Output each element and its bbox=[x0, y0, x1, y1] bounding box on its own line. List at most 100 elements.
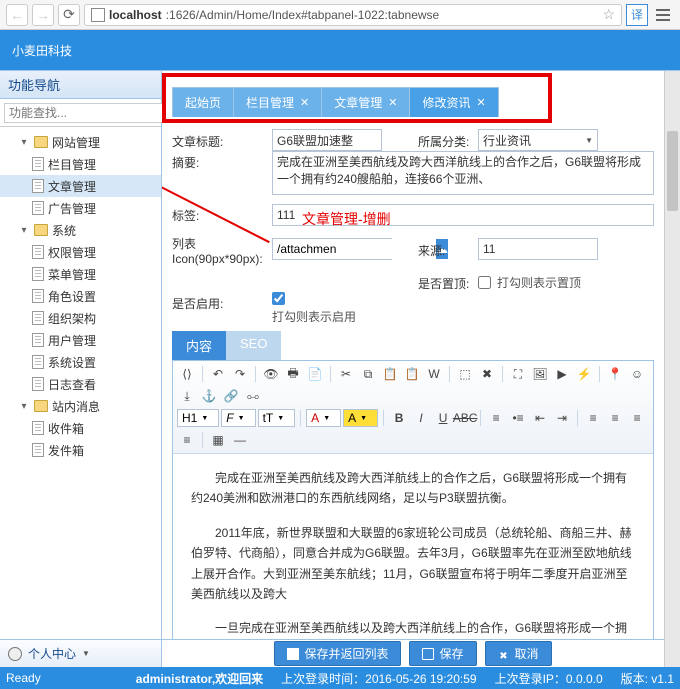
detail-tabs: 内容 SEO bbox=[172, 331, 654, 360]
close-icon[interactable]: ✕ bbox=[388, 96, 397, 109]
paragraph: 完成在亚洲至美西航线及跨大西洋航线上的合作之后，G6联盟将形成一个拥有约240美… bbox=[191, 468, 635, 509]
tree-item[interactable]: 文章管理 bbox=[0, 175, 161, 197]
content: 起始页栏目管理✕文章管理✕修改资讯✕ 文章管理-增删 文章标题: 所属分类: 行… bbox=[162, 71, 664, 667]
category-select[interactable]: 行业资讯▼ bbox=[478, 129, 598, 151]
annotation-text: 文章管理-增删 bbox=[302, 209, 391, 229]
ol-icon[interactable]: ≡ bbox=[486, 408, 506, 428]
top-checkbox[interactable] bbox=[478, 276, 491, 289]
map-icon[interactable]: 📍 bbox=[605, 364, 625, 384]
tree-folder[interactable]: ▾ 系统 bbox=[0, 219, 161, 241]
tree-item[interactable]: 组织架构 bbox=[0, 307, 161, 329]
tab-seo[interactable]: SEO bbox=[226, 331, 281, 360]
tab[interactable]: 起始页 bbox=[172, 87, 234, 117]
title-input[interactable] bbox=[272, 129, 382, 151]
tree-item[interactable]: 发件箱 bbox=[0, 439, 161, 461]
emoji-icon[interactable]: ☺ bbox=[627, 364, 647, 384]
bookmark-icon[interactable]: ☆ bbox=[602, 6, 615, 23]
tree-item[interactable]: 角色设置 bbox=[0, 285, 161, 307]
strike-icon[interactable]: ABC bbox=[455, 408, 475, 428]
tree-folder[interactable]: ▾网站管理 bbox=[0, 131, 161, 153]
tree-item[interactable]: 菜单管理 bbox=[0, 263, 161, 285]
translate-button[interactable]: 译 bbox=[626, 4, 648, 26]
reload-button[interactable]: ⟳ bbox=[58, 4, 80, 26]
url-bar[interactable]: localhost:1626/Admin/Home/Index#tabpanel… bbox=[84, 4, 622, 26]
collapse-icon[interactable]: ▾ bbox=[18, 400, 30, 412]
close-icon[interactable]: ✕ bbox=[477, 96, 486, 109]
tree-item[interactable]: 权限管理 bbox=[0, 241, 161, 263]
outdent-icon[interactable]: ⇤ bbox=[530, 408, 550, 428]
tree-item[interactable]: 系统设置 bbox=[0, 351, 161, 373]
file-icon bbox=[32, 421, 44, 435]
alignleft-icon[interactable]: ≡ bbox=[583, 408, 603, 428]
indent-icon[interactable]: ⇥ bbox=[552, 408, 572, 428]
tree-item[interactable]: 广告管理 bbox=[0, 197, 161, 219]
heading-select[interactable]: H1▼ bbox=[177, 409, 219, 427]
browser-menu-icon[interactable] bbox=[652, 9, 674, 21]
redo-icon[interactable]: ↷ bbox=[230, 364, 250, 384]
media-icon[interactable]: ▶ bbox=[552, 364, 572, 384]
tab-content[interactable]: 内容 bbox=[172, 331, 226, 360]
print-icon[interactable]: 🖶 bbox=[283, 364, 303, 384]
sidebar-footer[interactable]: 个人中心 ▼ bbox=[0, 639, 161, 667]
font-select[interactable]: F▼ bbox=[221, 409, 255, 427]
close-icon[interactable]: ✕ bbox=[300, 96, 309, 109]
flash-icon[interactable]: ⚡ bbox=[574, 364, 594, 384]
source-input[interactable] bbox=[478, 238, 598, 260]
forward-button[interactable]: → bbox=[32, 4, 54, 26]
tree-item[interactable]: 用户管理 bbox=[0, 329, 161, 351]
bold-icon[interactable]: B bbox=[389, 408, 409, 428]
scrollbar[interactable] bbox=[664, 71, 680, 667]
tab[interactable]: 文章管理✕ bbox=[322, 87, 410, 117]
link-icon[interactable]: 🔗 bbox=[221, 386, 241, 406]
search-input[interactable] bbox=[4, 103, 169, 123]
source-icon[interactable]: ⟨⟩ bbox=[177, 364, 197, 384]
justify-icon[interactable]: ≡ bbox=[177, 430, 197, 450]
back-button[interactable]: ← bbox=[6, 4, 28, 26]
editor-content[interactable]: 完成在亚洲至美西航线及跨大西洋航线上的合作之后，G6联盟将形成一个拥有约240美… bbox=[173, 454, 653, 639]
hr-icon[interactable]: — bbox=[230, 430, 250, 450]
tree-item[interactable]: 栏目管理 bbox=[0, 153, 161, 175]
scroll-thumb[interactable] bbox=[667, 131, 678, 211]
copy-icon[interactable]: ⧉ bbox=[358, 364, 378, 384]
italic-icon[interactable]: I bbox=[411, 408, 431, 428]
tree-folder[interactable]: ▾站内消息 bbox=[0, 395, 161, 417]
tab[interactable]: 修改资讯✕ bbox=[410, 87, 498, 117]
forecolor-select[interactable]: A▼ bbox=[306, 409, 341, 427]
file-icon bbox=[32, 443, 44, 457]
table-icon[interactable]: ▦ bbox=[208, 430, 228, 450]
tab[interactable]: 栏目管理✕ bbox=[234, 87, 322, 117]
tree-item[interactable]: 日志查看 bbox=[0, 373, 161, 395]
pagebreak-icon[interactable]: ⤓ bbox=[177, 386, 197, 406]
image-icon[interactable]: 🖼 bbox=[530, 364, 550, 384]
unlink-icon[interactable]: ⧟ bbox=[243, 386, 263, 406]
backcolor-select[interactable]: A▼ bbox=[343, 409, 378, 427]
selectall-icon[interactable]: ⬚ bbox=[455, 364, 475, 384]
undo-icon[interactable]: ↶ bbox=[208, 364, 228, 384]
anchor-icon[interactable]: ⚓ bbox=[199, 386, 219, 406]
cut-icon[interactable]: ✂ bbox=[336, 364, 356, 384]
enable-checkbox[interactable] bbox=[272, 292, 285, 305]
save-button[interactable]: 保存 bbox=[409, 641, 476, 666]
removeformat-icon[interactable]: ✖ bbox=[477, 364, 497, 384]
collapse-icon[interactable]: ▾ bbox=[18, 224, 30, 236]
preview-icon[interactable]: 👁 bbox=[261, 364, 281, 384]
listicon-input[interactable] bbox=[273, 239, 436, 259]
summary-input[interactable] bbox=[272, 151, 654, 195]
paste-text-icon[interactable]: 📋 bbox=[402, 364, 422, 384]
paragraph: 2011年底，新世界联盟和大联盟的6家班轮公司成员（总统轮船、商船三井、赫伯罗特… bbox=[191, 523, 635, 605]
tree-item[interactable]: 收件箱 bbox=[0, 417, 161, 439]
fontsize-select[interactable]: tT▼ bbox=[258, 409, 296, 427]
fullscreen-icon[interactable]: ⛶ bbox=[508, 364, 528, 384]
paste-icon[interactable]: 📋 bbox=[380, 364, 400, 384]
paste-word-icon[interactable]: W bbox=[424, 364, 444, 384]
cancel-button[interactable]: 取消 bbox=[485, 641, 552, 666]
status-version: 版本: v1.1 bbox=[621, 670, 674, 687]
ul-icon[interactable]: •≡ bbox=[508, 408, 528, 428]
tree-label: 系统 bbox=[52, 222, 76, 239]
collapse-icon[interactable]: ▾ bbox=[18, 136, 30, 148]
save-return-button[interactable]: 保存并返回列表 bbox=[274, 641, 401, 666]
alignright-icon[interactable]: ≡ bbox=[627, 408, 647, 428]
aligncenter-icon[interactable]: ≡ bbox=[605, 408, 625, 428]
template-icon[interactable]: 📄 bbox=[305, 364, 325, 384]
underline-icon[interactable]: U bbox=[433, 408, 453, 428]
